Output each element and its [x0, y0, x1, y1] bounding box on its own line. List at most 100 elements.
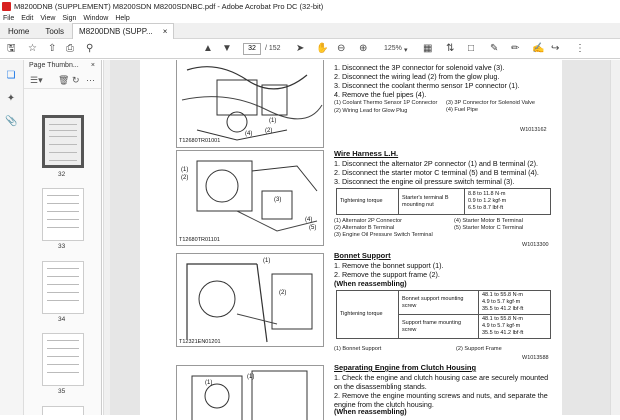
sec2-legend-2: (2) Support Frame — [456, 346, 502, 352]
sec3-step-1: 1. Check the engine and clutch housing c… — [334, 373, 549, 391]
menu-view[interactable]: View — [40, 15, 55, 22]
sec2-legend-1: (1) Bonnet Support — [334, 346, 382, 352]
previous-page-icon[interactable]: ▲ — [203, 42, 213, 56]
tab-tools-label: Tools — [45, 26, 65, 36]
sec1-step-2: 2. Disconnect the starter motor C termin… — [334, 168, 539, 177]
thumbnail-panel: Page Thumbn... × ☰▾ 🗑 ↻ ⋯ 32 33 34 35 — [24, 60, 102, 415]
sec2-heading: Bonnet Support — [334, 251, 391, 260]
sec2-code: W1013588 — [522, 355, 549, 361]
page-thumbnail-35[interactable] — [42, 333, 84, 386]
sec2-torque-item-2: Support frame mounting screw — [398, 314, 479, 339]
sec1-heading: Wire Harness L.H. — [334, 149, 399, 158]
bookmark-star-icon[interactable]: ☆ — [28, 42, 37, 56]
thumbnail-label-32: 32 — [58, 171, 66, 178]
thumbnail-label-34: 34 — [58, 316, 66, 323]
zoom-in-icon[interactable]: ⊕ — [359, 42, 367, 56]
share-icon[interactable]: ↪ — [551, 42, 559, 56]
tab-document[interactable]: M8200DNB (SUPP... × — [72, 23, 175, 39]
menu-file[interactable]: File — [3, 15, 14, 22]
sec0-legend-col2: (3) 3P Connector for Solenoid Valve (4) … — [446, 100, 561, 114]
bookmarks-icon[interactable]: ✦ — [5, 93, 17, 105]
print-icon[interactable]: ⎙ — [66, 42, 74, 56]
sec0-steps: 1. Disconnect the 3P connector for solen… — [334, 63, 556, 99]
thumbnail-label-33: 33 — [58, 243, 66, 250]
svg-text:(1): (1) — [269, 118, 276, 124]
draw-icon[interactable]: ✏ — [511, 42, 519, 56]
total-pages: / 152 — [265, 45, 281, 52]
sec0-legend-col1: (1) Coolant Thermo Sensor 1P Connector (… — [334, 100, 442, 115]
menu-sign[interactable]: Sign — [62, 15, 76, 22]
sec1-step-1: 1. Disconnect the alternator 2P connecto… — [334, 159, 539, 168]
more-tools-icon[interactable]: ⋮ — [575, 42, 585, 56]
save-icon[interactable]: 🖫 — [7, 42, 16, 56]
tab-document-label: M8200DNB (SUPP... — [79, 27, 153, 36]
sec2-torque-values-2: 48.1 to 55.8 N·m 4.9 to 5.7 kgf·m 35.5 t… — [478, 314, 551, 339]
tab-home[interactable]: Home — [0, 23, 37, 39]
svg-text:(1): (1) — [247, 374, 254, 380]
select-cursor-icon[interactable]: ➤ — [296, 42, 304, 56]
more-options-icon[interactable]: ⋯ — [86, 75, 95, 86]
svg-text:(2): (2) — [279, 290, 286, 296]
acrobat-logo-icon — [2, 2, 11, 11]
sec3-steps: 1. Check the engine and clutch housing c… — [334, 373, 556, 409]
panel-close-icon[interactable]: × — [91, 60, 95, 72]
delete-page-icon[interactable]: 🗑 — [58, 75, 69, 86]
sec2-torque-label: Tightening torque — [336, 290, 399, 339]
upload-icon[interactable]: ⇧ — [48, 42, 56, 56]
svg-text:(1): (1) — [205, 380, 212, 386]
figure-caption-3: T12321EN01201 — [179, 339, 221, 345]
page-thumbnail-33[interactable] — [42, 188, 84, 241]
sec1-torque-table: Tightening torque Starter's terminal B m… — [336, 188, 551, 215]
fit-page-icon[interactable]: ▦ — [423, 42, 432, 56]
svg-text:(1): (1) — [181, 167, 188, 173]
page-thumbnails-icon[interactable]: ❏ — [5, 70, 17, 82]
rotate-page-icon[interactable]: ↻ — [72, 75, 80, 86]
sec1-torque-item: Starter's terminal B mounting nut — [398, 188, 465, 215]
hand-tool-icon[interactable]: ✋ — [316, 42, 328, 56]
attachments-icon[interactable]: 📎 — [5, 116, 17, 128]
menu-window[interactable]: Window — [83, 15, 108, 22]
sec1-legend-col1: (1) Alternator 2P Connector (2) Alternat… — [334, 218, 450, 239]
thumbnail-options-icon[interactable]: ☰▾ — [30, 75, 43, 86]
sec3-heading: Separating Engine from Clutch Housing — [334, 363, 477, 372]
zoom-out-icon[interactable]: ⊖ — [337, 42, 345, 56]
sec0-step-4: 4. Remove the fuel pipes (4). — [334, 90, 427, 99]
sec1-code: W1013300 — [522, 242, 549, 248]
sec1-legend-4: (4) Starter Motor B Terminal — [454, 218, 523, 224]
sec2-torque-item-1: Bonnet support mounting screw — [398, 290, 479, 315]
page-thumbnail-36[interactable] — [42, 406, 84, 415]
scroll-mode-icon[interactable]: ⇅ — [446, 42, 454, 56]
thumbnail-label-35: 35 — [58, 388, 66, 395]
thumbnail-scrollbar[interactable] — [103, 60, 110, 415]
tab-tools[interactable]: Tools — [37, 23, 72, 39]
comment-icon[interactable]: □ — [468, 42, 474, 56]
sec2-step-2: 2. Remove the support frame (2). — [334, 270, 440, 279]
page-thumbnail-32[interactable] — [42, 115, 84, 168]
figure-bonnet-support: (1) (2) — [176, 253, 324, 347]
sec1-legend-3: (3) Engine Oil Pressure Switch Terminal — [334, 232, 433, 238]
sec0-step-1: 1. Disconnect the 3P connector for solen… — [334, 63, 505, 72]
sec0-legend-1: (1) Coolant Thermo Sensor 1P Connector — [334, 100, 438, 106]
next-page-icon[interactable]: ▼ — [222, 42, 232, 56]
zoom-level[interactable]: 125% — [384, 45, 402, 52]
document-scrollbar[interactable] — [610, 60, 620, 415]
search-icon[interactable]: ⚲ — [86, 42, 93, 56]
page-thumbnail-34[interactable] — [42, 261, 84, 314]
sec1-legend-5: (5) Starter Motor C Terminal — [454, 225, 524, 231]
sec0-step-2: 2. Disconnect the wiring lead (2) from t… — [334, 72, 500, 81]
thumbnail-panel-header: Page Thumbn... × — [24, 60, 101, 72]
highlight-pen-icon[interactable]: ✎ — [490, 42, 498, 56]
page-number-input[interactable]: 32 — [243, 43, 261, 55]
svg-text:(2): (2) — [265, 128, 272, 134]
menu-help[interactable]: Help — [115, 15, 129, 22]
svg-text:(4): (4) — [305, 217, 312, 223]
tab-home-label: Home — [8, 26, 30, 36]
menu-edit[interactable]: Edit — [21, 15, 33, 22]
zoom-dropdown-chevron-icon[interactable]: ▾ — [404, 44, 408, 58]
fill-sign-icon[interactable]: ✍ — [532, 42, 544, 56]
thumbnail-toolbar: ☰▾ 🗑 ↻ ⋯ — [24, 72, 101, 89]
svg-text:(3): (3) — [274, 197, 281, 203]
thumbnail-panel-title: Page Thumbn... — [29, 62, 79, 69]
tab-close-icon[interactable]: × — [163, 27, 168, 36]
figure-separating-engine: (1) (1) — [176, 365, 324, 420]
